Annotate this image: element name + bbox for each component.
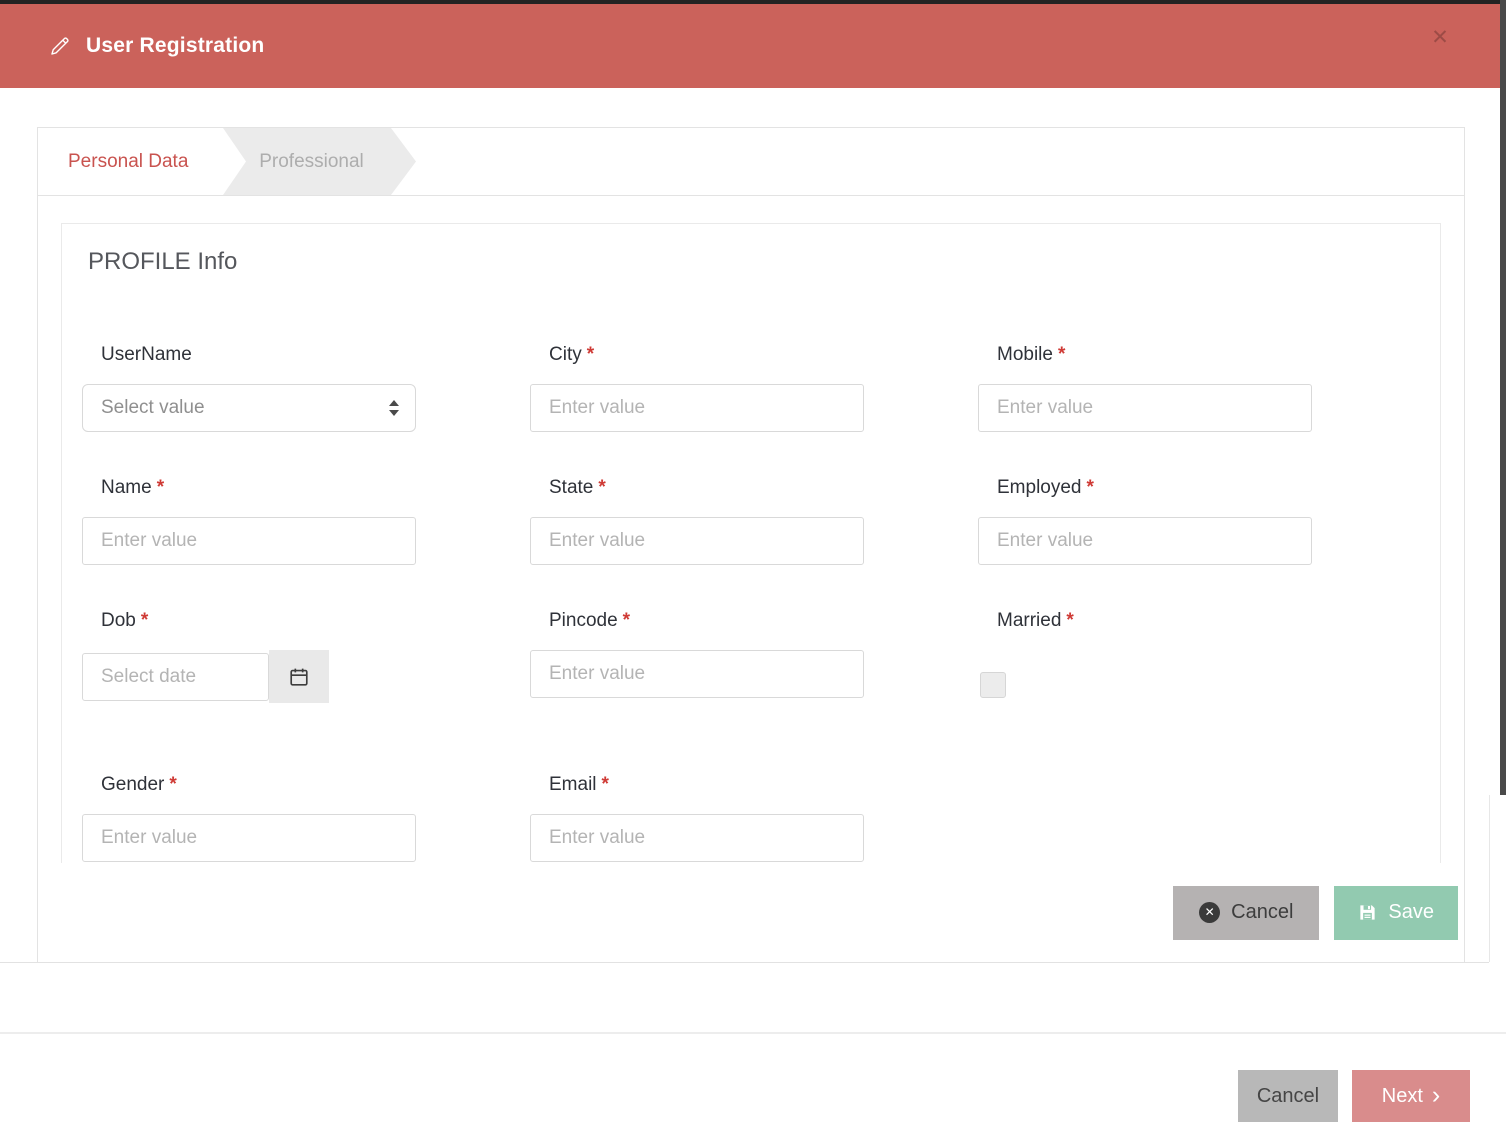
cancel-button[interactable]: ✕ Cancel [1173, 886, 1319, 940]
pincode-input[interactable] [530, 650, 864, 698]
gender-label: Gender* [82, 774, 416, 796]
dob-input[interactable] [82, 653, 269, 701]
field-name: Name* [82, 477, 416, 565]
pincode-label: Pincode* [530, 610, 864, 632]
required-marker: * [1058, 344, 1065, 365]
modal-header: User Registration ✕ [0, 4, 1506, 88]
field-pincode: Pincode* [530, 610, 864, 703]
field-employed: Employed* [978, 477, 1312, 565]
required-marker: * [1087, 477, 1094, 498]
name-input[interactable] [82, 517, 416, 565]
required-marker: * [169, 774, 176, 795]
next-button[interactable]: Next › [1352, 1070, 1470, 1122]
cancel-button-label: Cancel [1231, 901, 1293, 924]
employed-label: Employed* [978, 477, 1312, 499]
wizard-actions-bar: ✕ Cancel Save [38, 863, 1464, 962]
field-married: Married* [978, 610, 1312, 703]
state-label: State* [530, 477, 864, 499]
profile-panel: PROFILE Info UserName Select value City* Mo… [61, 223, 1441, 963]
required-marker: * [1066, 610, 1073, 631]
married-checkbox[interactable] [980, 672, 1006, 698]
tab-personal-data[interactable]: Personal Data [38, 128, 223, 195]
username-select[interactable]: Select value [82, 384, 416, 432]
required-marker: * [623, 610, 630, 631]
modal-title: User Registration [86, 34, 264, 58]
city-label: City* [530, 344, 864, 366]
wizard-container: Personal Data Professional PROFILE Info … [37, 127, 1465, 962]
field-username: UserName Select value [82, 344, 416, 432]
save-button-label: Save [1388, 901, 1434, 924]
name-label: Name* [82, 477, 416, 499]
mobile-input[interactable] [978, 384, 1312, 432]
married-label: Married* [978, 610, 1312, 632]
close-icon[interactable]: ✕ [1426, 24, 1454, 52]
modal-right-border [1489, 795, 1490, 962]
city-input[interactable] [530, 384, 864, 432]
employed-input[interactable] [978, 517, 1312, 565]
email-label: Email* [530, 774, 864, 796]
dob-label: Dob* [82, 610, 416, 632]
field-city: City* [530, 344, 864, 432]
modal-footer: Cancel Next › [0, 1032, 1506, 1131]
profile-form: UserName Select value City* Mobile* Name* Sta… [82, 344, 1420, 862]
tab-professional[interactable]: Professional [223, 128, 416, 195]
save-floppy-icon [1358, 903, 1377, 922]
username-label: UserName [82, 344, 416, 366]
field-gender: Gender* [82, 774, 416, 862]
required-marker: * [598, 477, 605, 498]
modal-bottom-border [0, 962, 1489, 963]
next-button-label: Next [1382, 1085, 1423, 1108]
email-input[interactable] [530, 814, 864, 862]
mobile-label: Mobile* [978, 344, 1312, 366]
wizard-tabs: Personal Data Professional [38, 128, 1464, 196]
save-button[interactable]: Save [1334, 886, 1458, 940]
next-chevron-icon: › [1432, 1085, 1440, 1105]
footer-cancel-button[interactable]: Cancel [1238, 1070, 1338, 1122]
wizard-content: PROFILE Info UserName Select value City* Mo… [38, 196, 1464, 963]
required-marker: * [602, 774, 609, 795]
select-placeholder: Select value [101, 397, 389, 419]
dob-group [82, 650, 416, 703]
field-email: Email* [530, 774, 864, 862]
field-state: State* [530, 477, 864, 565]
required-marker: * [141, 610, 148, 631]
field-mobile: Mobile* [978, 344, 1312, 432]
pencil-icon [48, 34, 72, 58]
field-dob: Dob* [82, 610, 416, 703]
scrollbar-strip[interactable] [1500, 0, 1506, 795]
panel-heading: PROFILE Info [88, 248, 1420, 276]
calendar-icon[interactable] [269, 650, 329, 703]
required-marker: * [587, 344, 594, 365]
state-input[interactable] [530, 517, 864, 565]
cancel-circle-icon: ✕ [1199, 902, 1220, 923]
required-marker: * [157, 477, 164, 498]
select-updown-icon [389, 400, 399, 416]
gender-input[interactable] [82, 814, 416, 862]
